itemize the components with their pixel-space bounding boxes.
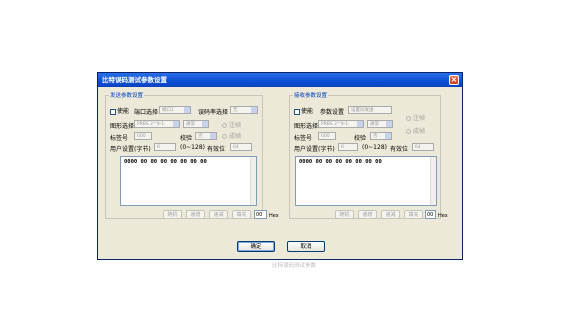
- increment-button[interactable]: 递增: [186, 210, 205, 219]
- valid-bits-label: 有效位: [390, 146, 409, 153]
- tag-label: 标签号: [294, 135, 313, 142]
- check-select[interactable]: 否: [195, 132, 217, 140]
- port-label: 端口选择: [134, 109, 159, 116]
- pattern-label: 图形选择: [294, 123, 319, 130]
- valid-bits-input[interactable]: 64: [412, 143, 434, 151]
- increment-button[interactable]: 递增: [358, 210, 377, 219]
- scrollbar[interactable]: [250, 157, 256, 205]
- tag-input[interactable]: 000: [318, 132, 336, 140]
- error-rate-select[interactable]: 无: [230, 106, 258, 114]
- random-button[interactable]: 随机: [163, 210, 182, 219]
- title-bar: 比特误码测试参数设置 ×: [98, 73, 462, 87]
- hex-fill-input[interactable]: 00: [254, 210, 267, 219]
- param-label: 参数设置: [320, 109, 345, 116]
- check-label: 校验: [354, 135, 367, 142]
- fill-button[interactable]: 填充: [404, 210, 423, 219]
- fill-button[interactable]: 填充: [232, 210, 251, 219]
- hex-label: Hex: [438, 213, 448, 219]
- inject-radio[interactable]: 注帧: [406, 113, 425, 122]
- tag-label: 标签号: [110, 135, 129, 142]
- valid-bits-input[interactable]: 64: [230, 143, 252, 151]
- check-select[interactable]: 否: [370, 132, 392, 140]
- recv-group-title: 接收参数设置: [293, 91, 329, 99]
- recv-data-text: 0000 00 00 00 00 00 00 00: [299, 159, 382, 165]
- param-select[interactable]: 设置同发送: [348, 106, 392, 114]
- frame-radio[interactable]: 成帧: [222, 131, 241, 140]
- pattern-label: 图形选择: [110, 123, 135, 130]
- send-enable-checkbox[interactable]: 使能: [110, 106, 129, 115]
- settings-dialog: 比特误码测试参数设置 × 发送参数设置 使能 端口选择 端口1 误码率选择 无 …: [97, 72, 463, 260]
- range-label: (0~128): [362, 144, 387, 151]
- tag-input[interactable]: 000: [134, 132, 152, 140]
- pattern-select[interactable]: PRBS 2^9-1: [318, 120, 364, 128]
- port-select[interactable]: 端口1: [159, 106, 191, 114]
- radio-icon[interactable]: [406, 116, 411, 121]
- cancel-button[interactable]: 取消: [287, 241, 325, 252]
- send-group-title: 发送参数设置: [109, 91, 145, 99]
- frame-radio[interactable]: 成帧: [406, 126, 425, 135]
- user-setting-label: 用户设置(字节): [294, 146, 335, 153]
- valid-bits-label: 有效位: [207, 146, 226, 153]
- range-label: (0~128): [180, 144, 205, 151]
- user-setting-input[interactable]: 0: [338, 143, 358, 151]
- decrement-button[interactable]: 递减: [209, 210, 228, 219]
- random-button[interactable]: 随机: [335, 210, 354, 219]
- checkbox-icon[interactable]: [294, 108, 300, 115]
- caption-text: 比特误码测试参数: [272, 263, 317, 269]
- decrement-button[interactable]: 递减: [381, 210, 400, 219]
- checkbox-icon[interactable]: [110, 108, 116, 115]
- close-icon[interactable]: ×: [449, 75, 459, 85]
- radio-icon[interactable]: [222, 134, 227, 139]
- pattern-mode-select[interactable]: 通常: [367, 120, 393, 128]
- pattern-select[interactable]: PRBS 2^9-1: [134, 120, 180, 128]
- hex-fill-input[interactable]: 00: [425, 210, 436, 219]
- pattern-mode-select[interactable]: 通常: [183, 120, 209, 128]
- recv-data-textarea[interactable]: 0000 00 00 00 00 00 00 00: [295, 156, 437, 206]
- window-title: 比特误码测试参数设置: [102, 76, 167, 84]
- send-data-textarea[interactable]: 0000 00 00 00 00 00 00 00: [120, 156, 257, 206]
- radio-icon[interactable]: [222, 123, 227, 128]
- radio-icon[interactable]: [406, 129, 411, 134]
- send-data-text: 0000 00 00 00 00 00 00 00: [124, 159, 207, 165]
- send-settings-group: 发送参数设置 使能 端口选择 端口1 误码率选择 无 图形选择 PRBS 2^9…: [105, 91, 279, 219]
- error-rate-label: 误码率选择: [198, 109, 229, 116]
- user-setting-label: 用户设置(字节): [110, 146, 151, 153]
- recv-settings-group: 接收参数设置 使能 参数设置 设置同发送 图形选择 PRBS 2^9-1 通常 …: [289, 91, 448, 219]
- user-setting-input[interactable]: 0: [154, 143, 176, 151]
- inject-radio[interactable]: 注帧: [222, 120, 241, 129]
- hex-label: Hex: [269, 213, 279, 219]
- ok-button[interactable]: 确定: [237, 241, 275, 252]
- scrollbar[interactable]: [430, 157, 436, 205]
- check-label: 校验: [180, 135, 193, 142]
- recv-enable-checkbox[interactable]: 使能: [294, 106, 313, 115]
